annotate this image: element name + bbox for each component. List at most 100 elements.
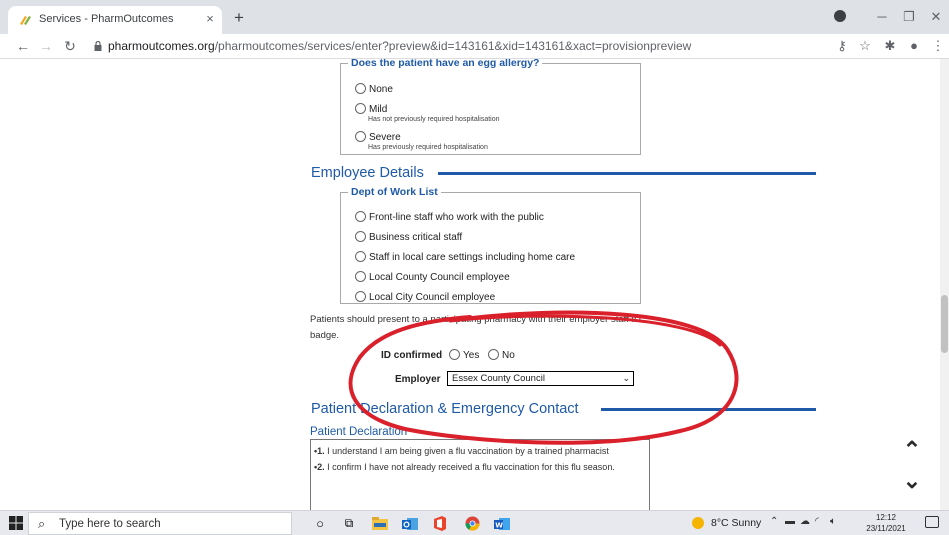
search-icon: ⌕ [38, 516, 46, 531]
item-text: I understand I am being given a flu vacc… [324, 446, 609, 456]
page-scrollbar[interactable] [940, 59, 949, 510]
dept-option-local-care[interactable]: Staff in local care settings including h… [355, 251, 575, 263]
tray-chevron-icon[interactable]: ⌃ [770, 516, 778, 527]
file-explorer-icon[interactable] [370, 514, 390, 533]
option-label: No [502, 350, 515, 361]
new-tab-button[interactable]: + [229, 8, 249, 28]
url-path: /pharmoutcomes/services/enter?preview&id… [214, 39, 692, 53]
id-badge-instruction: Patients should present to a participati… [310, 314, 641, 341]
option-label: Front-line staff who work with the publi… [369, 212, 544, 223]
section-divider [601, 408, 816, 411]
outlook-icon[interactable] [400, 514, 420, 533]
dept-work-list-legend: Dept of Work List [351, 186, 438, 198]
tab-close-icon[interactable]: × [202, 10, 218, 28]
chrome-icon[interactable] [462, 514, 482, 533]
option-label: Severe [369, 132, 401, 143]
address-bar[interactable]: pharmoutcomes.org/pharmoutcomes/services… [88, 36, 828, 57]
weather-text[interactable]: 8°C Sunny [711, 517, 761, 529]
radio-icon[interactable] [488, 349, 499, 360]
declaration-heading: Patient Declaration & Emergency Contact [311, 401, 579, 417]
id-confirmed-no[interactable]: No [488, 349, 515, 361]
option-label: Business critical staff [369, 232, 463, 243]
egg-allergy-fieldset: Does the patient have an egg allergy? No… [340, 59, 641, 155]
back-arrow-icon[interactable]: ← [14, 36, 32, 56]
declaration-item: •1. I understand I am being given a flu … [314, 443, 646, 459]
egg-option-mild[interactable]: Mild [355, 103, 387, 115]
scrollbar-thumb[interactable] [941, 295, 948, 353]
egg-option-none[interactable]: None [355, 83, 393, 95]
reload-icon[interactable]: ↻ [61, 36, 79, 56]
radio-icon[interactable] [355, 131, 366, 142]
task-view-icon[interactable]: ⧉ [339, 514, 359, 533]
extensions-icon[interactable]: ✱ [881, 36, 899, 56]
egg-option-severe[interactable]: Severe [355, 131, 401, 143]
profile-icon[interactable]: ● [905, 36, 923, 56]
radio-icon[interactable] [449, 349, 460, 360]
radio-icon[interactable] [355, 103, 366, 114]
tab-title: Services - PharmOutcomes [39, 13, 174, 25]
taskbar-clock[interactable]: 12:12 23/11/2021 [866, 512, 906, 534]
onedrive-icon[interactable]: ☁ [800, 516, 810, 527]
radio-icon[interactable] [355, 211, 366, 222]
dept-option-county-council[interactable]: Local County Council employee [355, 271, 510, 283]
option-label: Mild [369, 104, 388, 115]
word-icon[interactable]: W [492, 514, 512, 533]
option-label: Local City Council employee [369, 292, 496, 303]
notification-icon[interactable] [925, 516, 939, 528]
patient-declaration-subheading: Patient Declaration [310, 426, 408, 438]
volume-icon[interactable]: 🔈︎ [830, 516, 836, 527]
clock-date: 23/11/2021 [866, 524, 906, 533]
screen: Services - PharmOutcomes × + ─ ❐ ✕ ← → ↻… [0, 0, 949, 535]
employer-select[interactable]: Essex County Council ⌄ [447, 371, 634, 386]
employer-label: Employer [395, 374, 441, 385]
employer-selected-value: Essex County Council [452, 373, 545, 384]
office-icon[interactable] [430, 514, 450, 533]
weather-sun-icon[interactable] [692, 517, 704, 529]
windows-start-icon[interactable] [9, 516, 23, 530]
star-icon[interactable]: ☆ [856, 36, 874, 56]
record-indicator-icon [834, 10, 846, 22]
window-close-icon[interactable]: ✕ [926, 7, 946, 27]
radio-icon[interactable] [355, 251, 366, 262]
dept-option-business-critical[interactable]: Business critical staff [355, 231, 462, 243]
scroll-up-icon[interactable]: ⌃ [898, 436, 926, 464]
forward-arrow-icon[interactable]: → [37, 36, 55, 56]
option-label: Local County Council employee [369, 272, 510, 283]
pharmoutcomes-favicon-icon [20, 16, 31, 25]
employee-details-heading: Employee Details [311, 165, 424, 181]
id-confirmed-label: ID confirmed [381, 350, 443, 361]
option-label: Yes [463, 350, 480, 361]
minimize-icon[interactable]: ─ [872, 7, 892, 27]
item-text: I confirm I have not already received a … [324, 462, 615, 472]
id-confirmed-yes[interactable]: Yes [449, 349, 479, 361]
chevron-down-icon: ⌄ [622, 373, 630, 383]
scroll-down-icon[interactable]: ⌄ [898, 467, 926, 495]
taskbar-search-box[interactable]: ⌕ Type here to search [28, 512, 292, 535]
windows-taskbar: ⌕ Type here to search ○ ⧉ W 8°C Sunny ⌃ … [0, 510, 949, 535]
lock-icon [94, 41, 102, 51]
dept-option-frontline[interactable]: Front-line staff who work with the publi… [355, 211, 544, 223]
dept-work-list-fieldset: Dept of Work List Front-line staff who w… [340, 186, 641, 304]
radio-icon[interactable] [355, 271, 366, 282]
network-icon[interactable]: ◜ [815, 516, 819, 527]
radio-icon[interactable] [355, 83, 366, 94]
clock-time: 12:12 [875, 513, 897, 522]
menu-icon[interactable]: ⋮ [929, 36, 947, 56]
browser-toolbar: ← → ↻ pharmoutcomes.org/pharmoutcomes/se… [0, 34, 949, 59]
url-text: pharmoutcomes.org/pharmoutcomes/services… [108, 39, 691, 53]
item-number: •1. [314, 446, 325, 456]
egg-allergy-legend: Does the patient have an egg allergy? [351, 59, 540, 69]
radio-icon[interactable] [355, 291, 366, 302]
page-content: Does the patient have an egg allergy? No… [0, 59, 949, 510]
restore-icon[interactable]: ❐ [899, 7, 919, 27]
declaration-textarea[interactable]: •1. I understand I am being given a flu … [310, 439, 650, 510]
cortana-icon[interactable]: ○ [310, 514, 330, 533]
radio-icon[interactable] [355, 231, 366, 242]
battery-icon[interactable]: ▬ [785, 516, 795, 527]
svg-text:W: W [495, 522, 503, 530]
dept-option-city-council[interactable]: Local City Council employee [355, 291, 495, 303]
key-icon[interactable]: ⚷ [833, 36, 851, 56]
egg-option-mild-note: Has not previously required hospitalisat… [368, 116, 500, 123]
declaration-item: •2. I confirm I have not already receive… [314, 459, 646, 475]
browser-tab[interactable]: Services - PharmOutcomes × [8, 6, 222, 34]
